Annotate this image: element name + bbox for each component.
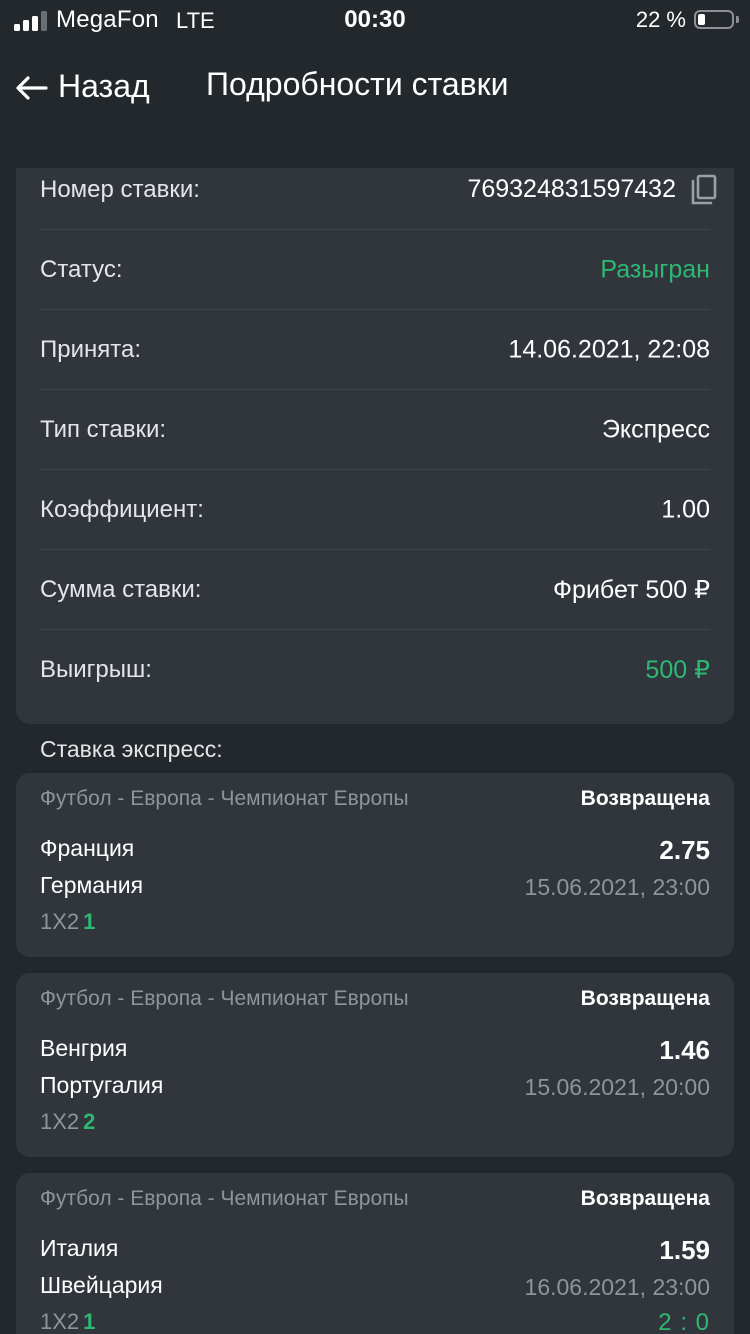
event-market: 1X2 1 (40, 909, 95, 935)
battery-cap (736, 16, 739, 23)
bet-number-value: 769324831597432 (467, 174, 717, 206)
page-title: Подробности ставки (206, 66, 509, 102)
bet-number-row: Номер ставки: 769324831597432 (40, 150, 717, 230)
event-away-team: Германия (40, 872, 144, 898)
event-pick: 1 (83, 1309, 96, 1334)
event-card[interactable]: Футбол - Европа - Чемпионат Европы Возвр… (16, 1173, 734, 1334)
bet-type-value: Экспресс (601, 415, 710, 443)
event-card[interactable]: Футбол - Европа - Чемпионат Европы Возвр… (16, 973, 734, 1157)
event-datetime: 15.06.2021, 23:00 (524, 874, 710, 900)
accepted-row: Принята: 14.06.2021, 22:08 (40, 310, 710, 390)
event-market-name: 1X2 (40, 1309, 80, 1334)
event-home-team: Венгрия (40, 1035, 128, 1061)
event-pick: 2 (83, 1109, 96, 1134)
event-card[interactable]: Футбол - Европа - Чемпионат Европы Возвр… (16, 773, 734, 957)
winnings-value: 500 ₽ (645, 656, 710, 684)
bet-type-row: Тип ставки: Экспресс (40, 390, 710, 470)
accepted-value: 14.06.2021, 22:08 (508, 335, 710, 363)
event-home-team: Франция (40, 835, 135, 861)
bet-details-screen: MegaFon LTE 00:30 22 % Назад Подробности… (0, 0, 750, 1334)
event-odds: 1.59 (659, 1235, 710, 1265)
event-datetime: 15.06.2021, 20:00 (524, 1074, 710, 1100)
event-status: Возвращена (580, 987, 710, 1010)
event-odds: 2.75 (659, 835, 710, 865)
event-pick: 1 (83, 909, 96, 934)
event-league: Футбол - Европа - Чемпионат Европы (40, 787, 409, 810)
status-bar: MegaFon LTE 00:30 22 % (0, 0, 750, 40)
bet-info-card: Номер ставки: 769324831597432 Статус: Ра… (16, 168, 734, 724)
winnings-row: Выигрыш: 500 ₽ (40, 630, 710, 710)
coefficient-label: Коэффициент: (40, 495, 204, 523)
event-status: Возвращена (580, 1187, 710, 1210)
event-away-team: Португалия (40, 1072, 164, 1098)
status-row: Статус: Разыгран (40, 230, 710, 310)
event-league: Футбол - Европа - Чемпионат Европы (40, 1187, 409, 1210)
stake-amount-value: Фрибет 500 ₽ (553, 575, 710, 604)
event-away-team: Швейцария (40, 1272, 163, 1298)
event-score: 2 : 0 (658, 1309, 710, 1334)
winnings-label: Выигрыш: (40, 656, 152, 683)
coefficient-row: Коэффициент: 1.00 (40, 470, 710, 550)
event-market-name: 1X2 (40, 1109, 80, 1134)
event-league: Футбол - Европа - Чемпионат Европы (40, 987, 409, 1010)
bet-type-label: Тип ставки: (40, 415, 167, 443)
event-market-name: 1X2 (40, 909, 80, 934)
nav-header: Назад Подробности ставки (0, 40, 750, 150)
bet-number-label: Номер ставки: (40, 175, 200, 203)
arrow-left-icon (16, 76, 48, 100)
back-button[interactable]: Назад (14, 66, 150, 106)
event-datetime: 16.06.2021, 23:00 (524, 1274, 710, 1300)
back-label: Назад (58, 67, 150, 104)
stake-amount-row: Сумма ставки: Фрибет 500 ₽ (40, 550, 710, 630)
event-odds: 1.46 (659, 1035, 710, 1065)
event-market: 1X2 2 (40, 1109, 95, 1135)
event-market: 1X2 1 (40, 1309, 95, 1334)
battery-percent: 22 % (635, 7, 686, 32)
event-status: Возвращена (580, 787, 710, 810)
battery-icon (694, 10, 734, 29)
copy-icon[interactable] (690, 174, 718, 206)
bet-number-text: 769324831597432 (467, 175, 676, 203)
stake-amount-label: Сумма ставки: (40, 575, 202, 603)
express-heading: Ставка экспресс: (40, 736, 223, 762)
accepted-label: Принята: (40, 335, 141, 363)
event-home-team: Италия (40, 1235, 119, 1261)
status-value: Разыгран (600, 255, 710, 283)
coefficient-value: 1.00 (661, 495, 710, 523)
status-label: Статус: (40, 255, 123, 283)
